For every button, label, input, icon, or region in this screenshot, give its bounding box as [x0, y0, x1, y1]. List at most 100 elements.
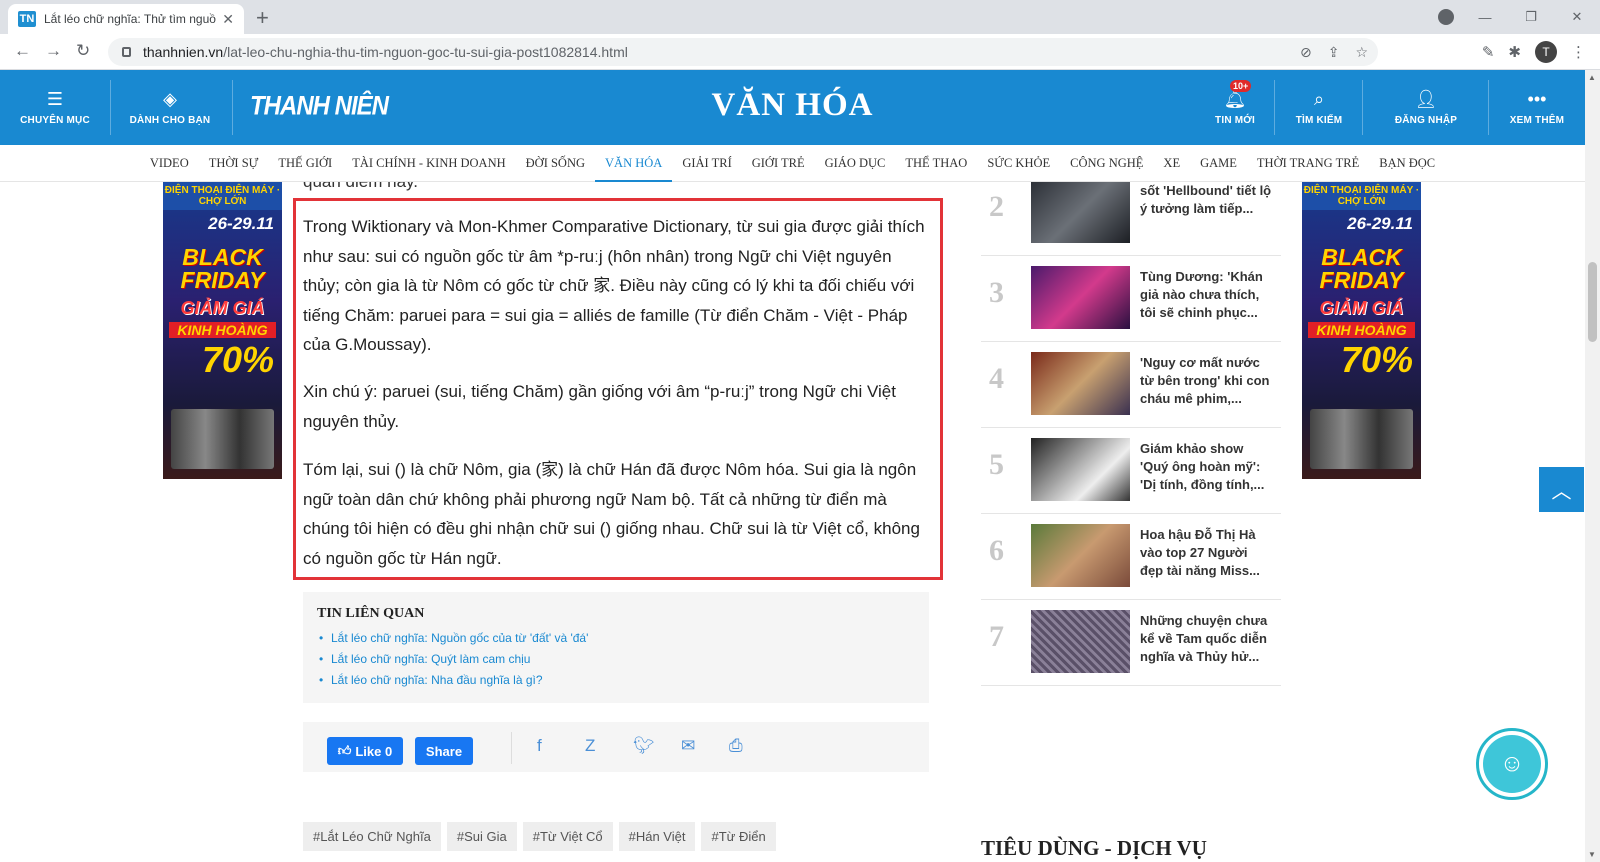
list-item[interactable]: 7 Những chuyện chưa kể về Tam quốc diễn … [981, 600, 1281, 686]
url-text: thanhnien.vn/lat-leo-chu-nghia-thu-tim-n… [143, 44, 628, 60]
share-bar: 👍︎ Like 0 Share f Z 🐦︎ ✉ ⎙ [303, 722, 929, 772]
reload-icon[interactable]: ↻ [76, 41, 90, 61]
latest-news-button[interactable]: 🔔︎ 10+ TIN MỚI [1206, 70, 1264, 145]
category-item[interactable]: THỜI SỰ [199, 145, 269, 182]
scrollbar-thumb[interactable] [1588, 262, 1597, 342]
more-button[interactable]: ••• XEM THÊM [1504, 70, 1570, 145]
category-item[interactable]: CÔNG NGHỆ [1060, 145, 1153, 182]
left-banner-ad[interactable]: ĐIỆN THOẠI ĐIỆN MÁY · CHỢ LỚN 26-29.11 B… [163, 182, 282, 479]
category-item[interactable]: ĐỜI SỐNG [516, 145, 595, 182]
header-divider [1362, 80, 1363, 135]
email-icon[interactable]: ✉ [681, 736, 695, 756]
scroll-up-icon[interactable]: ▲ [1588, 73, 1596, 82]
zalo-icon[interactable]: Z [585, 736, 595, 756]
profile-avatar[interactable]: T [1535, 41, 1557, 63]
share-divider [511, 732, 512, 764]
related-link[interactable]: Lắt léo chữ nghĩa: Nguồn gốc của từ 'đất… [317, 628, 915, 649]
list-item[interactable]: 5 Giám khảo show 'Quý ông hoàn mỹ': 'Dị … [981, 428, 1281, 514]
tag-link[interactable]: #Lắt Léo Chữ Nghĩa [303, 822, 441, 851]
category-item[interactable]: THỜI TRANG TRẺ [1247, 145, 1369, 182]
extensions-puzzle-icon[interactable]: ✱ [1508, 43, 1521, 61]
list-item[interactable]: 4 'Nguy cơ mất nước từ bên trong' khi co… [981, 342, 1281, 428]
share-page-icon[interactable]: ⇪ [1328, 44, 1340, 61]
category-item[interactable]: TÀI CHÍNH - KINH DOANH [342, 145, 515, 182]
extensions-area: ✎ ✱ T ⋮ [1482, 41, 1586, 63]
related-news: TIN LIÊN QUAN Lắt léo chữ nghĩa: Nguồn g… [303, 592, 929, 703]
article-thumbnail[interactable] [1031, 352, 1130, 415]
chatbot-button[interactable]: ☺ [1476, 728, 1548, 800]
category-item[interactable]: VIDEO [140, 145, 199, 182]
window-controls: — ❐ ✕ [1462, 0, 1600, 34]
article-paragraph: Xin chú ý: paruei (sui, tiếng Chăm) gần … [303, 377, 933, 436]
ad-product-image [1310, 409, 1413, 469]
scroll-down-icon[interactable]: ▼ [1588, 850, 1596, 859]
back-icon[interactable]: ← [14, 41, 31, 61]
minimize-icon[interactable]: — [1462, 10, 1508, 25]
extension-pen-icon[interactable]: ✎ [1482, 43, 1495, 61]
notification-badge: 10+ [1230, 80, 1251, 92]
article-thumbnail[interactable] [1031, 266, 1130, 329]
article-thumbnail[interactable] [1031, 182, 1130, 243]
tag-link[interactable]: #Sui Gia [447, 822, 517, 851]
ad-product-image [171, 409, 274, 469]
facebook-share-button[interactable]: Share [415, 737, 473, 765]
thumbs-up-icon: 👍︎ [338, 743, 352, 759]
list-item[interactable]: 6 Hoa hậu Đỗ Thị Hà vào top 27 Người đẹp… [981, 514, 1281, 600]
robot-face-icon: ☺ [1483, 735, 1541, 793]
category-item[interactable]: GIÁO DỤC [815, 145, 896, 182]
section-heading[interactable]: TIÊU DÙNG - DỊCH VỤ [981, 836, 1207, 861]
related-link[interactable]: Lắt léo chữ nghĩa: Nha đầu nghĩa là gì? [317, 670, 915, 691]
category-item[interactable]: GIỚI TRẺ [742, 145, 815, 182]
page-scrollbar[interactable]: ▲ ▼ [1585, 70, 1600, 862]
category-item[interactable]: THỂ THAO [895, 145, 977, 182]
category-item[interactable]: XE [1153, 145, 1190, 182]
related-link[interactable]: Lắt léo chữ nghĩa: Quýt làm cam chịu [317, 649, 915, 670]
url-input[interactable]: thanhnien.vn/lat-leo-chu-nghia-thu-tim-n… [108, 38, 1378, 66]
article-thumbnail[interactable] [1031, 438, 1130, 501]
list-item[interactable]: 3 Tùng Dương: 'Khán giả nào chưa thích, … [981, 256, 1281, 342]
blocked-popup-icon[interactable]: ⊘ [1300, 44, 1312, 61]
login-button[interactable]: 👤︎ ĐĂNG NHẬP [1384, 70, 1468, 145]
site-header: ☰ CHUYÊN MỤC ◈ DÀNH CHO BẠN THANH NIÊN V… [0, 70, 1585, 145]
category-item[interactable]: VĂN HÓA [595, 145, 672, 182]
tag-link[interactable]: #Từ Việt Cổ [523, 822, 613, 851]
list-item[interactable]: 2 sốt 'Hellbound' tiết lộ ý tưởng làm ti… [981, 182, 1281, 256]
tag-link[interactable]: #Hán Việt [619, 822, 696, 851]
search-icon: ⌕ [1314, 89, 1324, 109]
article-thumbnail[interactable] [1031, 524, 1130, 587]
profile-indicator-icon[interactable] [1438, 9, 1454, 25]
category-list: VIDEO THỜI SỰ THẾ GIỚI TÀI CHÍNH - KINH DOA… [0, 145, 1585, 182]
header-divider [1488, 80, 1489, 135]
category-item[interactable]: BẠN ĐỌC [1369, 145, 1445, 182]
category-item[interactable]: THẾ GIỚI [268, 145, 342, 182]
category-item[interactable]: SỨC KHỎE [977, 145, 1060, 182]
print-icon[interactable]: ⎙ [729, 736, 743, 756]
article-paragraph: Tóm lại, sui (𡞕) là chữ Nôm, gia (家) là … [303, 455, 933, 573]
thanhnien-favicon-icon: TN [18, 11, 36, 27]
twitter-icon[interactable]: 🐦︎ [633, 736, 655, 756]
browser-menu-icon[interactable]: ⋮ [1571, 43, 1586, 61]
header-divider [1274, 80, 1275, 135]
more-dots-icon: ••• [1528, 89, 1547, 109]
browser-tab[interactable]: TN Lắt léo chữ nghĩa: Thử tìm nguồn ✕ [8, 4, 244, 34]
category-item[interactable]: GAME [1190, 145, 1247, 182]
close-tab-icon[interactable]: ✕ [222, 11, 234, 28]
search-button[interactable]: ⌕ TÌM KIẾM [1288, 70, 1350, 145]
facebook-icon[interactable]: f [537, 736, 542, 756]
related-heading: TIN LIÊN QUAN [317, 606, 915, 622]
bell-icon: 🔔︎ [1224, 89, 1247, 109]
back-to-top-button[interactable]: ︿ [1539, 467, 1584, 512]
forward-icon[interactable]: → [45, 41, 62, 61]
maximize-icon[interactable]: ❐ [1508, 9, 1554, 25]
new-tab-icon[interactable]: + [256, 5, 269, 31]
close-window-icon[interactable]: ✕ [1554, 9, 1600, 25]
page-content: ĐIỆN THOẠI ĐIỆN MÁY · CHỢ LỚN 26-29.11 B… [0, 182, 1585, 862]
article-thumbnail[interactable] [1031, 610, 1130, 673]
right-banner-ad[interactable]: ĐIỆN THOẠI ĐIỆN MÁY · CHỢ LỚN 26-29.11 B… [1302, 182, 1421, 479]
article-paragraph: Trong Wiktionary và Mon-Khmer Comparativ… [303, 212, 933, 360]
bookmark-star-icon[interactable]: ☆ [1355, 44, 1368, 61]
lock-icon[interactable] [122, 47, 131, 57]
tag-link[interactable]: #Từ Điển [701, 822, 775, 851]
facebook-like-button[interactable]: 👍︎ Like 0 [327, 737, 403, 765]
category-item[interactable]: GIẢI TRÍ [672, 145, 741, 182]
